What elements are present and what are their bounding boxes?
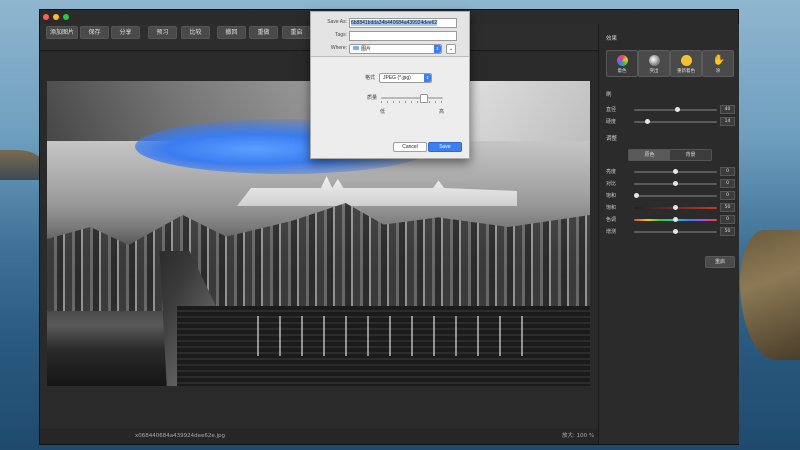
gain-slider[interactable] <box>634 229 717 234</box>
preview-button[interactable]: 预习 <box>148 26 177 39</box>
diameter-slider[interactable] <box>634 107 717 112</box>
hue-label: 色调 <box>606 217 617 223</box>
where-popup[interactable]: 图片 ⇕ <box>349 44 442 54</box>
minimize-window-button[interactable] <box>53 14 59 20</box>
quality-high-label: 高 <box>439 109 445 115</box>
photo-river-lights <box>247 316 527 356</box>
chevron-updown-icon: ⇕ <box>434 45 441 53</box>
status-zoom: 放大: 100 % <box>562 433 595 439</box>
brightness-slider[interactable] <box>634 169 717 174</box>
saturation-2-label: 饱和 <box>606 205 617 211</box>
where-label: Where: <box>330 45 347 51</box>
smear-tool-button[interactable]: ✋ 涂 <box>702 50 734 77</box>
brightness-value[interactable]: 0 <box>720 167 735 176</box>
hardness-slider-knob[interactable] <box>644 119 650 124</box>
colorize-effect-button[interactable]: 着色 <box>606 50 638 77</box>
diameter-label: 直径 <box>606 107 617 113</box>
gain-slider-knob[interactable] <box>673 229 678 234</box>
saturation-2-value[interactable]: 50 <box>720 203 735 212</box>
color-mode-segmented: 原色 背景 <box>628 149 712 161</box>
save-as-label: Save As: <box>327 19 347 25</box>
cancel-button[interactable]: Cancel <box>393 142 427 152</box>
format-popup[interactable]: JPEG (*.jpg) ⇕ <box>379 73 432 83</box>
reset-adjustments-button[interactable]: 重启 <box>705 256 735 268</box>
adjust-title: 调整 <box>606 136 618 142</box>
gain-value[interactable]: 50 <box>720 227 735 236</box>
photo-castle <box>237 176 517 206</box>
saturation-label: 饱和 <box>606 193 617 199</box>
side-panel: 效果 着色 突出 重新着色 ✋ 涂 刷 直径 40 硬度 14 调整 原色 背景… <box>598 24 739 444</box>
colorize-effect-label: 着色 <box>617 69 627 74</box>
brush-title: 刷 <box>606 92 612 98</box>
contrast-label: 对比 <box>606 181 617 187</box>
contrast-slider-knob[interactable] <box>673 181 678 186</box>
hue-slider-knob[interactable] <box>673 217 678 222</box>
quality-ticks <box>381 101 443 103</box>
smear-tool-label: 涂 <box>715 69 721 74</box>
quality-slider[interactable] <box>381 94 443 103</box>
format-value: JPEG (*.jpg) <box>383 75 411 81</box>
close-window-button[interactable] <box>43 14 49 20</box>
hardness-slider[interactable] <box>634 119 717 124</box>
background-tab[interactable]: 背景 <box>670 150 711 160</box>
redo-button[interactable]: 重做 <box>249 26 278 39</box>
photo-city <box>47 203 590 311</box>
saturation-value[interactable]: 0 <box>720 191 735 200</box>
expand-button[interactable]: ⌄ <box>446 44 456 54</box>
share-button[interactable]: 分享 <box>111 26 140 39</box>
tags-label: Tags: <box>335 32 347 38</box>
saturation-slider[interactable] <box>634 193 717 198</box>
recolor-icon <box>680 55 692 66</box>
desktop-rock <box>740 230 800 360</box>
format-chevron-icon: ⇕ <box>424 74 431 82</box>
save-button[interactable]: 保存 <box>80 26 109 39</box>
diameter-slider-knob[interactable] <box>674 107 680 112</box>
brightness-label: 亮度 <box>606 169 617 175</box>
saturation-2-slider-knob[interactable] <box>673 205 678 210</box>
highlight-icon <box>648 55 660 66</box>
desktop-background <box>0 150 45 180</box>
saturation-2-slider[interactable] <box>634 205 717 210</box>
undo-button[interactable]: 撤回 <box>217 26 246 39</box>
effects-title: 效果 <box>606 36 618 42</box>
compare-button[interactable]: 比较 <box>181 26 210 39</box>
quality-low-label: 低 <box>380 109 386 115</box>
add-image-button[interactable]: 添加图片 <box>46 26 78 39</box>
folder-icon <box>353 46 359 50</box>
contrast-value[interactable]: 0 <box>720 179 735 188</box>
saturation-slider-knob[interactable] <box>634 193 639 198</box>
status-filename: x068440684a439924dee62e.jpg <box>135 433 226 439</box>
hardness-label: 硬度 <box>606 119 617 125</box>
color-wheel-icon <box>616 55 628 66</box>
hardness-value[interactable]: 14 <box>720 117 735 126</box>
highlight-effect-button[interactable]: 突出 <box>638 50 670 77</box>
original-color-tab[interactable]: 原色 <box>629 150 670 160</box>
brightness-slider-knob[interactable] <box>673 169 678 174</box>
dialog-save-button[interactable]: Save <box>428 142 462 152</box>
gain-label: 增测 <box>606 229 617 235</box>
recolor-effect-button[interactable]: 重新着色 <box>670 50 702 77</box>
status-bar: x068440684a439924dee62e.jpg 放大: 100 % <box>40 429 598 444</box>
quality-label: 质量 <box>366 95 377 101</box>
restart-button[interactable]: 重启 <box>282 26 311 39</box>
contrast-slider[interactable] <box>634 181 717 186</box>
format-label: 格式 <box>364 75 375 81</box>
recolor-effect-label: 重新着色 <box>677 69 695 74</box>
highlight-effect-label: 突出 <box>649 69 659 74</box>
tags-field[interactable] <box>349 31 457 41</box>
save-as-field[interactable]: 6b8841bdda34b440684a439924dee62 <box>349 18 457 28</box>
hue-slider[interactable] <box>634 217 717 222</box>
hue-value[interactable]: 0 <box>720 215 735 224</box>
quality-slider-knob[interactable] <box>419 94 428 103</box>
where-value: 图片 <box>361 46 372 52</box>
save-as-text: 6b8841bdda34b440684a439924dee62 <box>351 20 438 26</box>
save-dialog: Save As: 6b8841bdda34b440684a439924dee62… <box>310 11 470 159</box>
diameter-value[interactable]: 40 <box>720 105 735 114</box>
hand-icon: ✋ <box>712 55 725 66</box>
zoom-window-button[interactable] <box>63 14 69 20</box>
